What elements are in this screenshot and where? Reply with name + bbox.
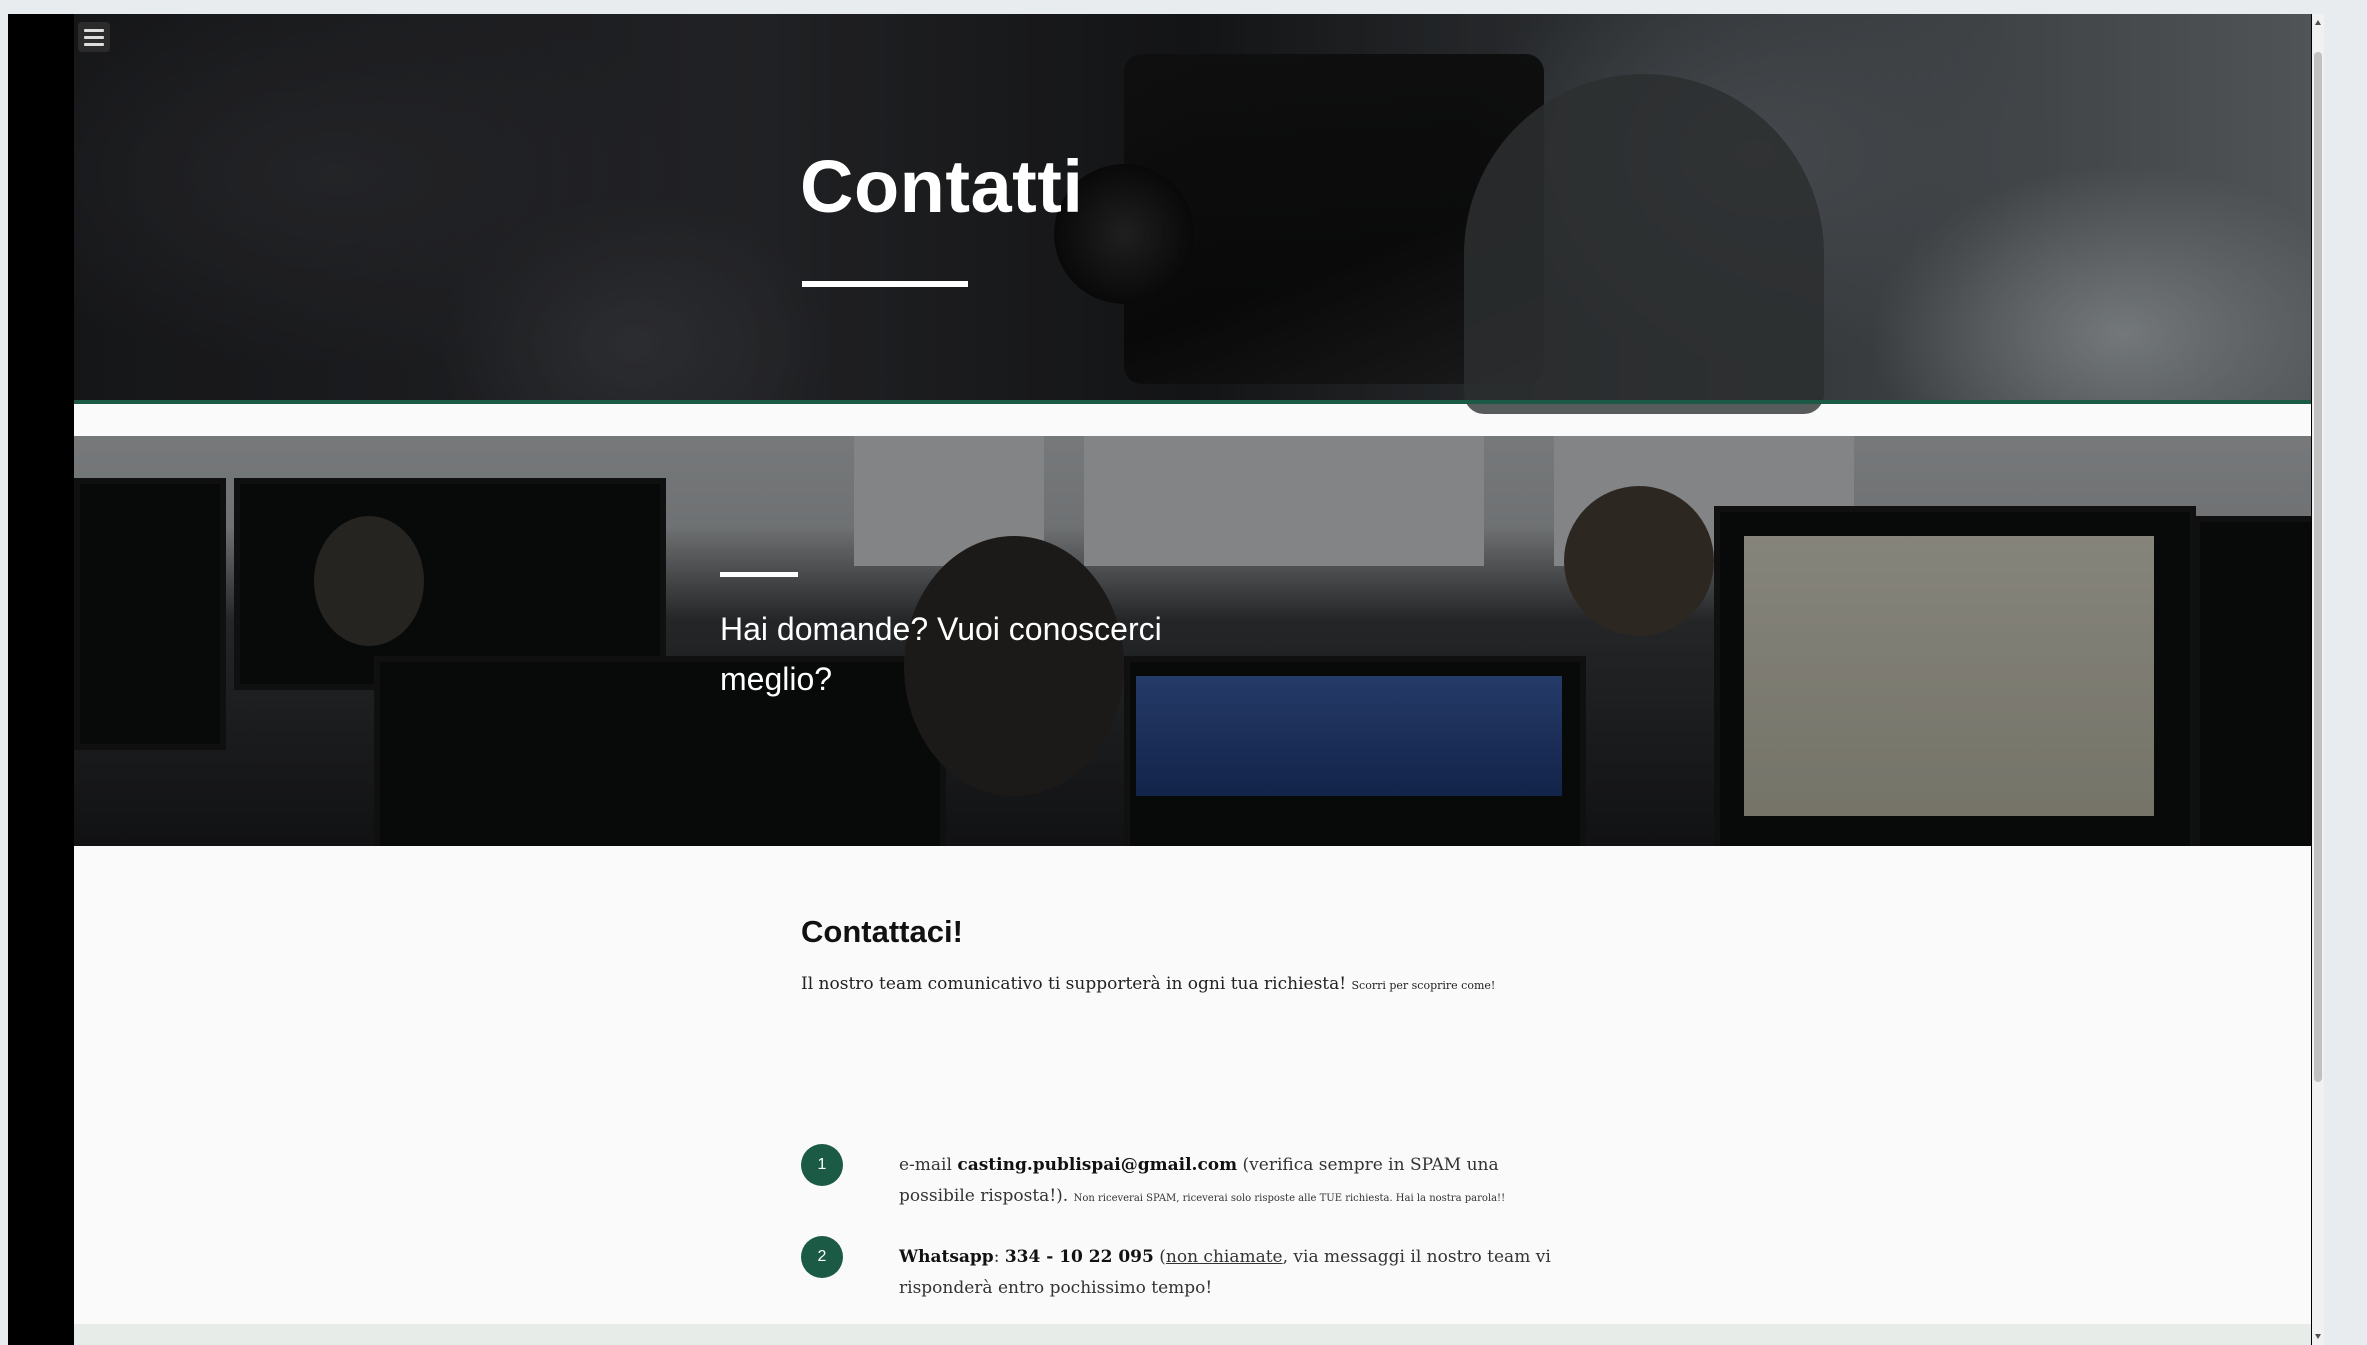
contact-subtitle-text: Il nostro team comunicativo ti supporter… bbox=[801, 974, 1347, 994]
footer-strip bbox=[74, 1324, 2311, 1345]
office-banner: Hai domande? Vuoi conoscerci meglio? bbox=[74, 436, 2311, 846]
hero-divider bbox=[74, 400, 2311, 404]
hero-overlay bbox=[74, 14, 2311, 400]
email-address[interactable]: casting.publispai@gmail.com bbox=[957, 1155, 1237, 1175]
no-calls-note: non chiamate bbox=[1165, 1247, 1283, 1267]
whatsapp-number[interactable]: 334 - 10 22 095 bbox=[1005, 1247, 1154, 1267]
email-label: e-mail bbox=[899, 1155, 952, 1175]
hamburger-menu-icon[interactable] bbox=[78, 22, 110, 52]
menu-bar bbox=[84, 42, 104, 46]
contact-heading: Contattaci! bbox=[801, 914, 963, 949]
menu-bar bbox=[84, 28, 104, 32]
step-number: 1 bbox=[801, 1144, 843, 1186]
whatsapp-label: Whatsapp bbox=[899, 1247, 994, 1267]
contact-subtitle-small: Scorri per scoprire come! bbox=[1351, 979, 1496, 992]
step-number: 2 bbox=[801, 1236, 843, 1278]
title-underline bbox=[802, 281, 968, 287]
banner-tagline: Hai domande? Vuoi conoscerci meglio? bbox=[720, 611, 1162, 697]
scroll-up-icon[interactable] bbox=[2315, 20, 2321, 25]
page-title: Contatti bbox=[800, 145, 1084, 228]
page: Contatti Hai domande? Vuoi conoscerci me… bbox=[74, 14, 2311, 1345]
hero-banner: Contatti bbox=[74, 14, 2311, 414]
tagline-line bbox=[720, 572, 798, 577]
scrollbar-thumb[interactable] bbox=[2314, 52, 2322, 1082]
email-small-note: Non riceverai SPAM, riceverai solo rispo… bbox=[1073, 1193, 1506, 1204]
browser-viewport: Contatti Hai domande? Vuoi conoscerci me… bbox=[8, 14, 2324, 1345]
vertical-scrollbar[interactable] bbox=[2312, 14, 2324, 1345]
step-text: e-mail casting.publispai@gmail.com (veri… bbox=[899, 1150, 1579, 1214]
contact-subtitle: Il nostro team comunicativo ti supporter… bbox=[801, 974, 1495, 994]
step-text: Whatsapp: 334 - 10 22 095 (non chiamate,… bbox=[899, 1247, 1551, 1298]
menu-bar bbox=[84, 35, 104, 39]
scroll-down-icon[interactable] bbox=[2315, 1334, 2321, 1339]
